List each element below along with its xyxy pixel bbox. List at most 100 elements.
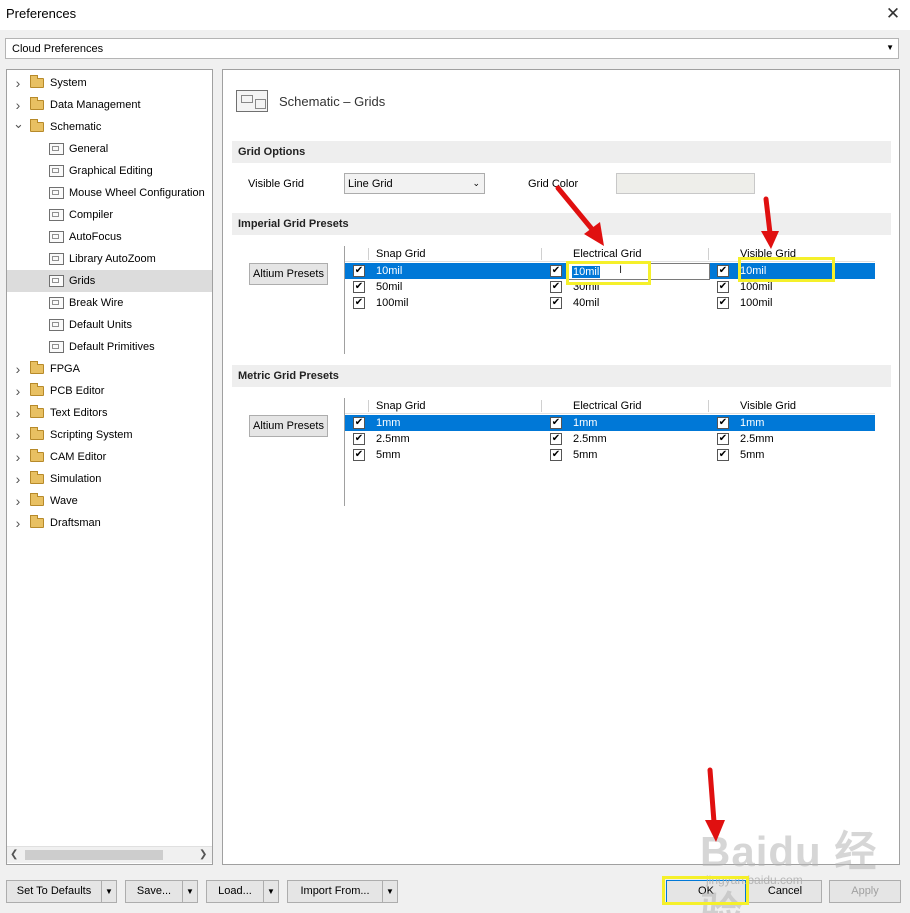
tree-horizontal-scrollbar[interactable]: ❮ ❯ (7, 846, 212, 863)
tree-item[interactable]: › Draftsman (7, 512, 212, 534)
checkbox[interactable]: ✔ (717, 281, 729, 293)
checkbox[interactable]: ✔ (550, 417, 562, 429)
chevron-right-icon[interactable]: › (13, 446, 23, 468)
column-header[interactable]: Electrical Grid (573, 400, 641, 412)
column-header[interactable]: Snap Grid (376, 400, 426, 412)
visible-grid-select[interactable]: Line Grid ⌄ (344, 173, 485, 194)
tree-item[interactable]: Default Primitives (7, 336, 212, 358)
folder-icon (30, 405, 44, 418)
table-row[interactable]: ✔ 2.5mm ✔ 2.5mm ✔ 2.5mm (345, 431, 875, 447)
column-separator (708, 248, 709, 260)
save-dropdown[interactable]: ▼ (182, 880, 198, 903)
table-row[interactable]: ✔ 5mm ✔ 5mm ✔ 5mm (345, 447, 875, 463)
electrical-grid-highlight (566, 261, 651, 285)
tree-item-label: Wave (50, 495, 78, 507)
metric-altium-presets-button[interactable]: Altium Presets (249, 415, 328, 437)
tree-item[interactable]: General (7, 138, 212, 160)
visible-grid-value: Line Grid (348, 178, 393, 190)
folder-icon (30, 383, 44, 396)
grid-color-swatch[interactable] (616, 173, 755, 194)
tree-item[interactable]: › Scripting System (7, 424, 212, 446)
folder-icon (30, 493, 44, 506)
save-button[interactable]: Save... (125, 880, 183, 903)
page-icon (49, 341, 64, 353)
tree-item-label: CAM Editor (50, 451, 107, 463)
column-separator (368, 248, 369, 260)
checkbox[interactable]: ✔ (717, 297, 729, 309)
chevron-right-icon[interactable]: › (13, 380, 23, 402)
chevron-right-icon[interactable]: › (13, 490, 23, 512)
checkbox[interactable]: ✔ (717, 265, 729, 277)
import-from-dropdown[interactable]: ▼ (382, 880, 398, 903)
checkbox[interactable]: ✔ (717, 433, 729, 445)
tree-item[interactable]: › Simulation (7, 468, 212, 490)
tree-item-label: Default Units (69, 319, 132, 331)
tree-item[interactable]: › System (7, 72, 212, 94)
checkbox[interactable]: ✔ (550, 281, 562, 293)
table-row[interactable]: ✔ 100mil ✔ 40mil ✔ 100mil (345, 295, 875, 311)
set-to-defaults-button[interactable]: Set To Defaults (6, 880, 102, 903)
tree-item[interactable]: › PCB Editor (7, 380, 212, 402)
column-header[interactable]: Snap Grid (376, 248, 426, 260)
scroll-left-icon[interactable]: ❮ (10, 849, 18, 860)
checkbox[interactable]: ✔ (550, 433, 562, 445)
tree-item[interactable]: › CAM Editor (7, 446, 212, 468)
close-button[interactable]: ✕ (880, 3, 906, 25)
load-dropdown[interactable]: ▼ (263, 880, 279, 903)
metric-presets-table: Snap Grid Electrical Grid Visible Grid ✔ 1mm… (344, 398, 875, 506)
tree-item[interactable]: Grids (7, 270, 212, 292)
checkbox[interactable]: ✔ (717, 417, 729, 429)
folder-icon (30, 119, 44, 132)
set-to-defaults-dropdown[interactable]: ▼ (101, 880, 117, 903)
cell-electrical: 5mm (573, 449, 598, 461)
tree-item[interactable]: Break Wire (7, 292, 212, 314)
table-row[interactable]: ✔ 1mm ✔ 1mm ✔ 1mm (345, 415, 875, 431)
checkbox[interactable]: ✔ (353, 297, 365, 309)
import-from-button[interactable]: Import From... (287, 880, 383, 903)
tree-item[interactable]: › Wave (7, 490, 212, 512)
tree-item-label: Simulation (50, 473, 102, 485)
checkbox[interactable]: ✔ (353, 433, 365, 445)
checkbox[interactable]: ✔ (353, 417, 365, 429)
tree-item[interactable]: › FPGA (7, 358, 212, 380)
page-title: Schematic – Grids (279, 94, 386, 109)
tree-item-label: Data Management (50, 99, 141, 111)
checkbox[interactable]: ✔ (550, 449, 562, 461)
tree-item[interactable]: AutoFocus (7, 226, 212, 248)
column-header[interactable]: Visible Grid (740, 400, 796, 412)
tree-item-label: Break Wire (69, 297, 124, 309)
chevron-right-icon[interactable]: › (13, 424, 23, 446)
tree-item[interactable]: Graphical Editing (7, 160, 212, 182)
scroll-right-icon[interactable]: ❯ (199, 849, 207, 860)
chevron-down-icon[interactable]: ⌄ (13, 113, 24, 135)
cell-snap: 1mm (376, 417, 401, 429)
cloud-preferences-select[interactable]: Cloud Preferences ▼ (5, 38, 899, 59)
chevron-right-icon[interactable]: › (13, 468, 23, 490)
load-button[interactable]: Load... (206, 880, 264, 903)
tree-item[interactable]: Library AutoZoom (7, 248, 212, 270)
chevron-right-icon[interactable]: › (13, 358, 23, 380)
tree-item[interactable]: › Text Editors (7, 402, 212, 424)
tree-item[interactable]: Default Units (7, 314, 212, 336)
chevron-right-icon[interactable]: › (13, 512, 23, 534)
cell-snap: 100mil (376, 297, 409, 309)
checkbox[interactable]: ✔ (353, 265, 365, 277)
checkbox[interactable]: ✔ (717, 449, 729, 461)
scroll-thumb[interactable] (25, 850, 163, 860)
checkbox[interactable]: ✔ (353, 281, 365, 293)
red-arrow-icon (761, 196, 779, 249)
chevron-right-icon[interactable]: › (13, 402, 23, 424)
tree-item[interactable]: ⌄ Schematic (7, 116, 212, 138)
imperial-altium-presets-button[interactable]: Altium Presets (249, 263, 328, 285)
preferences-tree[interactable]: › System › Data Management ⌄ Schematic General… (6, 69, 213, 865)
tree-item-label: Default Primitives (69, 341, 155, 353)
cell-snap: 5mm (376, 449, 401, 461)
checkbox[interactable]: ✔ (550, 297, 562, 309)
checkbox[interactable]: ✔ (353, 449, 365, 461)
chevron-right-icon[interactable]: › (13, 72, 23, 94)
page-icon (49, 297, 64, 309)
tree-item[interactable]: › Data Management (7, 94, 212, 116)
checkbox[interactable]: ✔ (550, 265, 562, 277)
tree-item[interactable]: Mouse Wheel Configuration (7, 182, 212, 204)
tree-item[interactable]: Compiler (7, 204, 212, 226)
